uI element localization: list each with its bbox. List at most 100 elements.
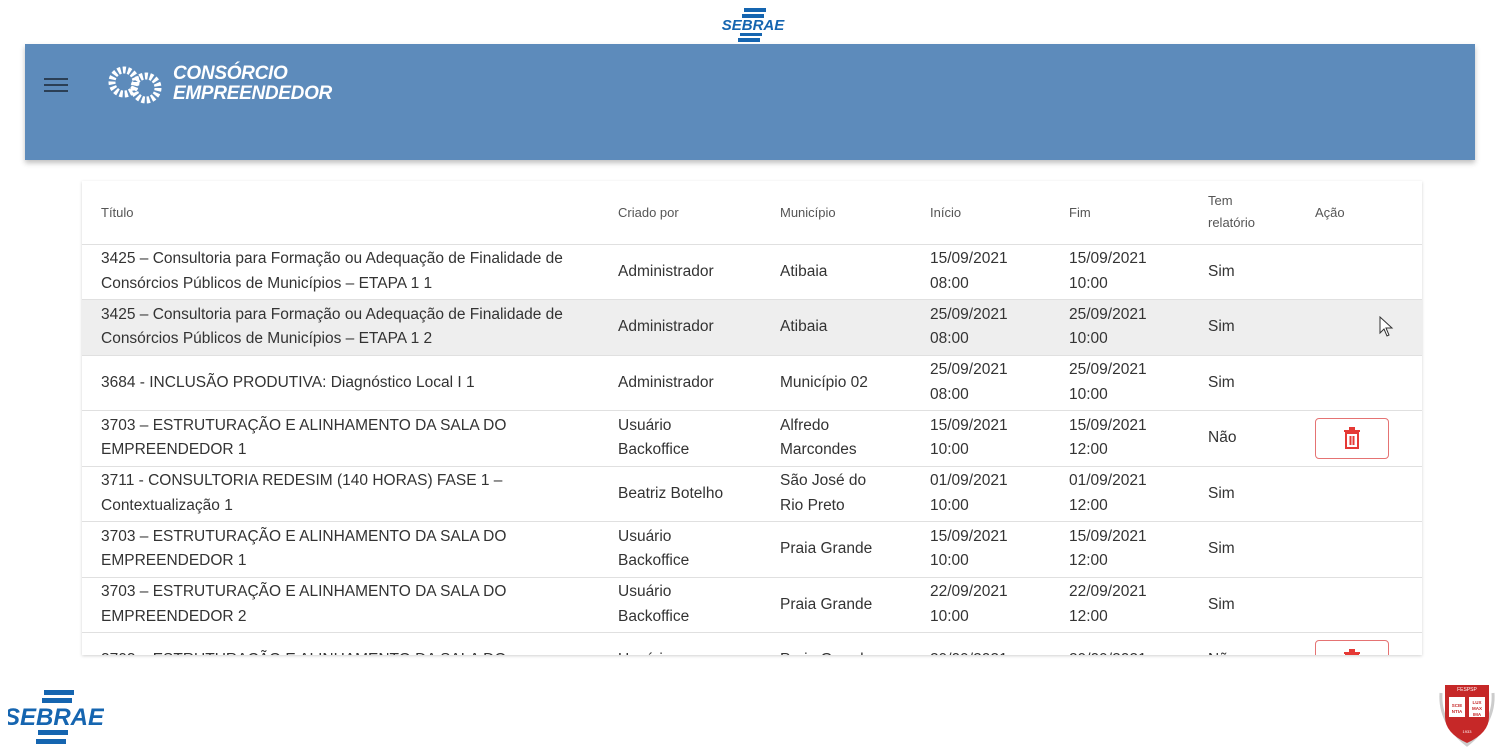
cell-criado-por: Usuário Backoffice [618, 577, 780, 633]
app-bar: CONSÓRCIO EMPREENDEDOR [25, 44, 1475, 160]
svg-text:SEBRAE: SEBRAE [8, 704, 104, 731]
cell-tem-relatorio: Sim [1208, 466, 1315, 522]
fim-line: 25/09/2021 [1069, 361, 1147, 379]
inicio-line: 10:00 [930, 496, 969, 514]
cell-titulo: 3425 – Consultoria para Formação ou Adeq… [82, 244, 618, 300]
svg-text:NTIA: NTIA [1452, 709, 1463, 714]
trash-icon [1344, 427, 1360, 450]
cell-acao [1315, 521, 1422, 578]
header-inicio[interactable]: Início [930, 181, 1069, 245]
cell-fim: 25/09/2021 10:00 [1069, 355, 1208, 411]
municipio-text: São José do Rio Preto [780, 472, 867, 514]
fim-line: 12:00 [1069, 607, 1108, 625]
cell-titulo: 3711 - CONSULTORIA REDESIM (140 HORAS) F… [82, 466, 618, 522]
inicio-line: 29/09/2021 [930, 648, 1069, 655]
cell-acao [1315, 410, 1422, 467]
cell-tem-relatorio: Sim [1208, 577, 1315, 633]
table-row[interactable]: 3703 – ESTRUTURAÇÃO E ALINHAMENTO DA SAL… [82, 521, 1422, 578]
fim-line: 22/09/2021 [1069, 583, 1147, 601]
cell-titulo: 3425 – Consultoria para Formação ou Adeq… [82, 299, 618, 356]
cell-titulo: 3703 – ESTRUTURAÇÃO E ALINHAMENTO DA SAL… [82, 632, 618, 655]
cell-criado-por: Usuário [618, 632, 780, 655]
criado-por-text: Usuário Backoffice [618, 583, 690, 625]
cell-criado-por: Usuário Backoffice [618, 521, 780, 578]
municipio-text: Praia Grande [780, 595, 873, 613]
header-titulo[interactable]: Título [82, 181, 618, 245]
table-row[interactable]: 3703 – ESTRUTURAÇÃO E ALINHAMENTO DA SAL… [82, 632, 1422, 655]
cell-municipio: São José do Rio Preto [780, 466, 930, 522]
cell-municipio: Praia Grande [780, 632, 930, 655]
inicio-line: 22/09/2021 [930, 583, 1008, 601]
cell-fim: 15/09/2021 12:00 [1069, 521, 1208, 578]
cell-inicio: 15/09/2021 10:00 [930, 521, 1069, 578]
brand-line2: EMPREENDEDOR [173, 83, 332, 104]
svg-text:SCIE: SCIE [1452, 703, 1463, 708]
cell-titulo: 3703 – ESTRUTURAÇÃO E ALINHAMENTO DA SAL… [82, 521, 618, 578]
cell-fim: 22/09/2021 12:00 [1069, 577, 1208, 633]
svg-text:MAX: MAX [1472, 706, 1482, 711]
activities-table-card: Título Criado por Município Início Fim T… [82, 181, 1422, 655]
cell-inicio: 15/09/2021 08:00 [930, 244, 1069, 300]
svg-text:LUX: LUX [1473, 700, 1482, 705]
cell-tem-relatorio: Sim [1208, 244, 1315, 300]
delete-button[interactable] [1315, 639, 1389, 655]
cell-criado-por: Administrador [618, 299, 780, 356]
cell-inicio: 15/09/2021 10:00 [930, 410, 1069, 467]
cell-acao [1315, 466, 1422, 522]
header-fim[interactable]: Fim [1069, 181, 1208, 245]
consorcio-empreendedor-logo: CONSÓRCIO EMPREENDEDOR [105, 56, 332, 112]
delete-button[interactable] [1315, 417, 1389, 459]
cell-titulo: 3703 – ESTRUTURAÇÃO E ALINHAMENTO DA SAL… [82, 410, 618, 467]
inicio-line: 08:00 [930, 330, 969, 348]
table-row[interactable]: 3711 - CONSULTORIA REDESIM (140 HORAS) F… [82, 466, 1422, 522]
cell-criado-por: Beatriz Botelho [618, 466, 780, 522]
sebrae-logo-bottom: SEBRAE [8, 690, 104, 744]
inicio-line: 08:00 [930, 274, 969, 292]
table-row[interactable]: 3425 – Consultoria para Formação ou Adeq… [82, 299, 1422, 356]
municipio-text: Atibaia [780, 318, 828, 335]
cell-inicio: 25/09/2021 08:00 [930, 355, 1069, 411]
header-criado-por[interactable]: Criado por [618, 181, 780, 245]
table-header-row: Título Criado por Município Início Fim T… [82, 181, 1422, 245]
cell-tem-relatorio: Sim [1208, 521, 1315, 578]
inicio-line: 01/09/2021 [930, 472, 1008, 490]
fim-line: 10:00 [1069, 385, 1108, 403]
cell-inicio: 22/09/2021 10:00 [930, 577, 1069, 633]
fim-line: 15/09/2021 [1069, 527, 1147, 545]
cell-titulo: 3703 – ESTRUTURAÇÃO E ALINHAMENTO DA SAL… [82, 577, 618, 633]
svg-text:SEBRAE: SEBRAE [722, 17, 786, 34]
cell-acao [1315, 355, 1422, 411]
inicio-line: 15/09/2021 [930, 527, 1008, 545]
fim-line: 12:00 [1069, 496, 1108, 514]
brand-emblem-icon [108, 66, 162, 104]
municipio-text: Praia Grande [780, 540, 873, 557]
cell-criado-por: Administrador [618, 355, 780, 411]
inicio-line: 15/09/2021 [930, 250, 1008, 268]
cell-municipio: Praia Grande [780, 577, 930, 633]
header-tem-relatorio[interactable]: Tem relatório [1208, 181, 1315, 245]
cell-municipio: Município 02 [780, 355, 930, 411]
table-row[interactable]: 3684 - INCLUSÃO PRODUTIVA: Diagnóstico L… [82, 355, 1422, 411]
cell-fim: 15/09/2021 12:00 [1069, 410, 1208, 467]
sebrae-logo-top: SEBRAE [722, 8, 786, 42]
svg-text:IMA: IMA [1473, 712, 1482, 717]
trash-icon [1344, 649, 1360, 655]
cell-criado-por: Administrador [618, 244, 780, 300]
fim-line: 10:00 [1069, 330, 1108, 348]
cell-fim: 25/09/2021 10:00 [1069, 299, 1208, 356]
table-row[interactable]: 3425 – Consultoria para Formação ou Adeq… [82, 244, 1422, 300]
fim-line: 12:00 [1069, 441, 1108, 459]
menu-icon[interactable] [44, 75, 68, 93]
municipio-text: Atibaia [780, 262, 828, 280]
criado-por-text: Beatriz Botelho [618, 484, 724, 502]
table-row[interactable]: 3703 – ESTRUTURAÇÃO E ALINHAMENTO DA SAL… [82, 577, 1422, 633]
fim-line: 15/09/2021 [1069, 416, 1147, 434]
criado-por-text: Usuário Backoffice [618, 527, 690, 570]
inicio-line: 10:00 [930, 607, 969, 625]
mouse-cursor-icon [1379, 316, 1394, 337]
header-municipio[interactable]: Município [780, 181, 930, 245]
table-row[interactable]: 3703 – ESTRUTURAÇÃO E ALINHAMENTO DA SAL… [82, 410, 1422, 467]
fespsp-crest-logo: FESPSP SCIE NTIA LUX MAX IMA 1933 [1439, 685, 1495, 747]
cell-criado-por: Usuário Backoffice [618, 410, 780, 467]
header-acao: Ação [1315, 181, 1422, 245]
